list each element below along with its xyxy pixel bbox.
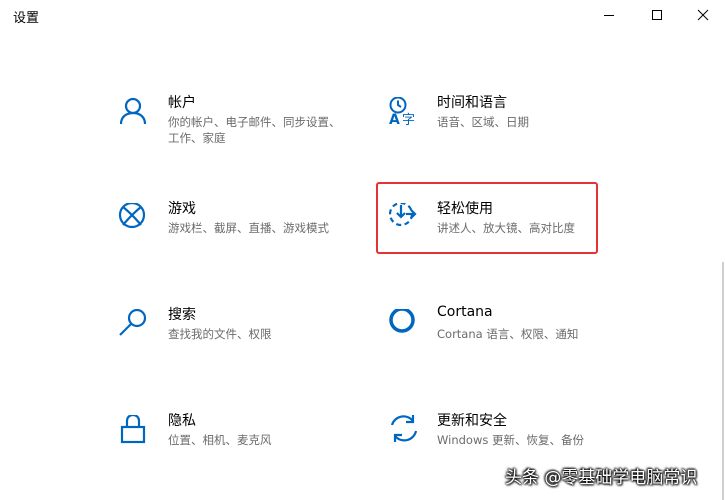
- tile-description: 位置、相机、麦克风: [168, 433, 272, 447]
- svg-text:字: 字: [402, 113, 415, 128]
- search-icon: [118, 309, 158, 349]
- scrollbar[interactable]: [722, 262, 724, 500]
- tile-title: 帐户: [168, 95, 196, 111]
- tile-description: 语音、区域、日期: [437, 115, 529, 129]
- minimize-button[interactable]: [586, 0, 632, 30]
- close-button[interactable]: [680, 0, 725, 30]
- person-icon: [120, 97, 160, 137]
- tile-title: 搜索: [168, 307, 196, 323]
- tile-description: 你的帐户、电子邮件、同步设置、工作、家庭: [168, 115, 341, 145]
- tile-privacy[interactable]: 隐私 位置、相机、麦克风: [120, 413, 350, 485]
- tile-gaming[interactable]: 游戏 游戏栏、截屏、直播、游戏模式: [118, 201, 348, 273]
- tile-description: Windows 更新、恢复、备份: [437, 433, 584, 447]
- window-title: 设置: [13, 11, 40, 26]
- update-icon: [389, 415, 429, 455]
- tile-description: Cortana 语言、权限、通知: [437, 327, 579, 341]
- watermark-text: 头条 @零基础学电脑常识: [505, 468, 698, 488]
- tile-cortana[interactable]: Cortana Cortana 语言、权限、通知: [389, 304, 619, 379]
- minimize-icon: [604, 15, 614, 16]
- title-bar: 设置: [0, 0, 725, 32]
- maximize-icon: [652, 10, 662, 20]
- svg-text:A: A: [389, 112, 400, 128]
- tile-title: 更新和安全: [437, 413, 507, 429]
- xbox-icon: [118, 203, 158, 243]
- cortana-icon: [389, 309, 429, 349]
- lock-icon: [120, 415, 160, 455]
- close-icon: [697, 9, 709, 21]
- tile-title: 游戏: [168, 201, 196, 217]
- tile-accounts[interactable]: 帐户 你的帐户、电子邮件、同步设置、工作、家庭: [120, 95, 350, 167]
- time-language-icon: A 字: [389, 97, 429, 137]
- tile-description: 查找我的文件、权限: [168, 327, 272, 341]
- tile-title: 隐私: [168, 413, 196, 429]
- highlight-box: [376, 182, 598, 254]
- tile-title: 时间和语言: [437, 95, 507, 111]
- tile-description: 游戏栏、截屏、直播、游戏模式: [168, 221, 329, 235]
- tile-time-language[interactable]: A 字 时间和语言 语音、区域、日期: [389, 95, 619, 167]
- maximize-button[interactable]: [634, 0, 680, 30]
- tile-search[interactable]: 搜索 查找我的文件、权限: [118, 307, 348, 379]
- tile-title: Cortana: [437, 304, 493, 320]
